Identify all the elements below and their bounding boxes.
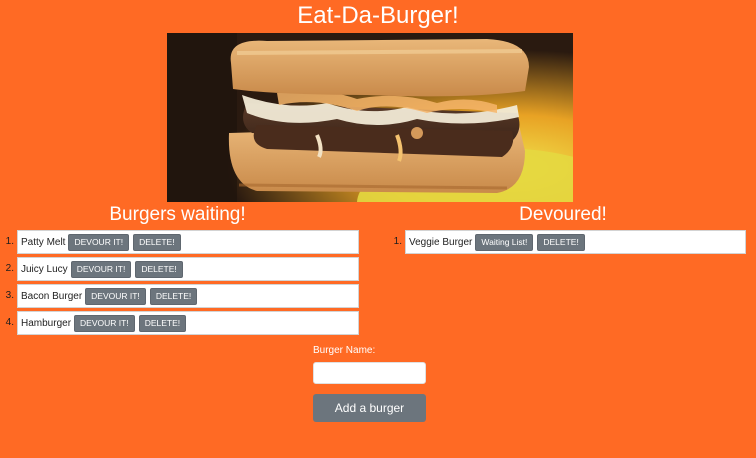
list-item: 1. Veggie Burger Waiting List! DELETE! <box>388 230 746 254</box>
burger-card: Veggie Burger Waiting List! DELETE! <box>405 230 746 254</box>
delete-button[interactable]: DELETE! <box>149 287 198 305</box>
item-number: 1. <box>393 236 402 247</box>
add-burger-button[interactable]: Add a burger <box>313 394 426 422</box>
burger-card: Juicy Lucy DEVOUR IT! DELETE! <box>17 257 359 281</box>
list-item: 3. Bacon Burger DEVOUR IT! DELETE! <box>0 284 359 308</box>
burger-photo <box>167 33 573 202</box>
waiting-title: Burgers waiting! <box>109 204 246 225</box>
list-item: 2. Juicy Lucy DEVOUR IT! DELETE! <box>0 257 359 281</box>
item-number: 4. <box>5 317 14 328</box>
devoured-title: Devoured! <box>519 204 607 225</box>
burger-name-label: Burger Name: <box>313 345 376 356</box>
delete-button[interactable]: DELETE! <box>135 260 183 278</box>
burger-card: Bacon Burger DEVOUR IT! DELETE! <box>17 284 359 308</box>
devour-button[interactable]: DEVOUR IT! <box>74 314 135 332</box>
list-item: 1. Patty Melt DEVOUR IT! DELETE! <box>0 230 359 254</box>
burger-card: Patty Melt DEVOUR IT! DELETE! <box>17 230 359 254</box>
burger-name: Bacon Burger <box>21 290 83 302</box>
delete-button[interactable]: DELETE! <box>133 233 181 251</box>
item-number: 1. <box>5 236 14 247</box>
delete-button[interactable]: DELETE! <box>138 314 187 332</box>
item-number: 3. <box>5 290 14 301</box>
devour-button[interactable]: DEVOUR IT! <box>70 260 132 278</box>
burger-name: Juicy Lucy <box>21 263 68 275</box>
devour-button[interactable]: DEVOUR IT! <box>68 233 130 251</box>
burger-name: Hamburger <box>21 317 72 329</box>
waiting-list: 1. Patty Melt DEVOUR IT! DELETE! 2. Juic… <box>0 230 359 338</box>
devoured-list: 1. Veggie Burger Waiting List! DELETE! <box>388 230 746 257</box>
list-item: 4. Hamburger DEVOUR IT! DELETE! <box>0 311 359 335</box>
item-number: 2. <box>5 263 14 274</box>
waiting-list-button[interactable]: Waiting List! <box>475 233 534 251</box>
burger-name-input[interactable] <box>313 362 426 384</box>
delete-button[interactable]: DELETE! <box>537 233 585 251</box>
burger-name: Patty Melt <box>21 236 66 248</box>
devour-button[interactable]: DEVOUR IT! <box>85 287 146 305</box>
burger-card: Hamburger DEVOUR IT! DELETE! <box>17 311 359 335</box>
burger-name: Veggie Burger <box>409 236 473 248</box>
page-title: Eat-Da-Burger! <box>297 2 459 29</box>
